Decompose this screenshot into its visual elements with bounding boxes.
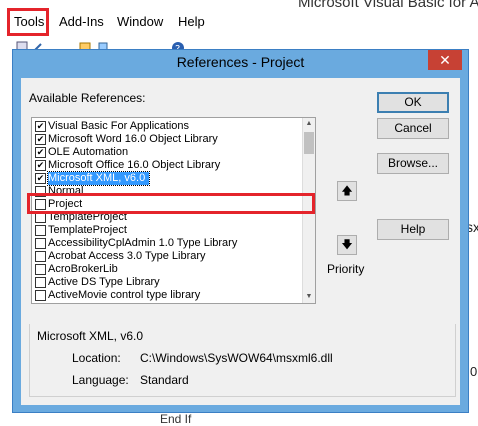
reference-checkbox[interactable]: [35, 277, 46, 288]
language-value: Standard: [140, 373, 189, 387]
list-item[interactable]: Active DS Type Library: [32, 276, 302, 289]
reference-label: AcroBrokerLib: [48, 263, 118, 275]
code-fragment: End If: [160, 412, 192, 426]
reference-label: Microsoft Office 16.0 Object Library: [48, 159, 221, 171]
list-item[interactable]: ActiveMovie control type library: [32, 289, 302, 302]
reference-label: TemplateProject: [48, 224, 127, 236]
reference-checkbox[interactable]: ✔: [35, 121, 46, 132]
scroll-down-icon[interactable]: ▼: [303, 291, 315, 303]
browse-button[interactable]: Browse...: [377, 153, 449, 174]
reference-label: Acrobat Access 3.0 Type Library: [48, 250, 206, 262]
menu-bar: Tools Add-Ins Window Help: [0, 8, 478, 34]
cancel-button[interactable]: Cancel: [377, 118, 449, 139]
dialog-title: References - Project: [176, 54, 305, 70]
close-icon: ✕: [439, 52, 451, 68]
arrow-down-icon: 🡇: [341, 239, 353, 251]
reference-label: Microsoft Word 16.0 Object Library: [48, 133, 218, 145]
list-item[interactable]: AccessibilityCplAdmin 1.0 Type Library: [32, 237, 302, 250]
menu-add-ins[interactable]: Add-Ins: [59, 14, 104, 29]
priority-down-button[interactable]: 🡇: [337, 235, 357, 255]
list-item[interactable]: ✔ Visual Basic For Applications: [32, 120, 302, 133]
dialog-titlebar[interactable]: References - Project ✕: [13, 50, 468, 76]
list-item[interactable]: ✔ OLE Automation: [32, 146, 302, 159]
list-item[interactable]: ✔ Microsoft Office 16.0 Object Library: [32, 159, 302, 172]
menu-help[interactable]: Help: [178, 14, 205, 29]
menu-window[interactable]: Window: [117, 14, 163, 29]
reference-checkbox[interactable]: ✔: [35, 160, 46, 171]
reference-label: ActiveMovie control type library: [48, 289, 201, 301]
references-dialog: References - Project ✕ Available Referen…: [12, 49, 469, 413]
close-button[interactable]: ✕: [428, 50, 462, 70]
reference-label: OLE Automation: [48, 146, 129, 158]
location-value: C:\Windows\SysWOW64\msxml6.dll: [140, 351, 333, 365]
xml-highlight-box: [27, 193, 315, 214]
scroll-thumb[interactable]: [304, 132, 314, 154]
reference-checkbox[interactable]: ✔: [35, 134, 46, 145]
code-fragment: 0: [470, 364, 478, 379]
reference-info-title: Microsoft XML, v6.0: [37, 329, 144, 343]
help-button[interactable]: Help: [377, 219, 449, 240]
reference-label: Visual Basic For Applications: [48, 120, 190, 132]
reference-checkbox[interactable]: [35, 251, 46, 262]
priority-up-button[interactable]: 🡅: [337, 181, 357, 201]
list-item[interactable]: ✔ Microsoft XML, v6.0: [32, 171, 302, 186]
reference-checkbox[interactable]: [35, 290, 46, 301]
list-item[interactable]: AcroBrokerLib: [32, 263, 302, 276]
reference-checkbox[interactable]: ✔: [35, 173, 46, 184]
reference-label: Active DS Type Library: [48, 276, 160, 288]
reference-label: Microsoft XML, v6.0: [46, 171, 151, 186]
ok-button[interactable]: OK: [377, 92, 449, 113]
language-label: Language:: [72, 373, 129, 387]
priority-label: Priority: [327, 262, 365, 276]
list-item[interactable]: TemplateProject: [32, 224, 302, 237]
tools-highlight-box: [7, 8, 49, 36]
list-item[interactable]: Acrobat Access 3.0 Type Library: [32, 250, 302, 263]
reference-checkbox[interactable]: [35, 225, 46, 236]
reference-checkbox[interactable]: [35, 238, 46, 249]
reference-label: AccessibilityCplAdmin 1.0 Type Library: [48, 237, 238, 249]
location-label: Location:: [72, 351, 121, 365]
arrow-up-icon: 🡅: [341, 185, 353, 197]
scroll-up-icon[interactable]: ▲: [303, 118, 315, 130]
reference-checkbox[interactable]: ✔: [35, 147, 46, 158]
list-item[interactable]: ✔ Microsoft Word 16.0 Object Library: [32, 133, 302, 146]
available-references-label: Available References:: [29, 91, 146, 105]
reference-checkbox[interactable]: [35, 264, 46, 275]
dialog-body: Available References: ✔ Visual Basic For …: [21, 78, 460, 405]
